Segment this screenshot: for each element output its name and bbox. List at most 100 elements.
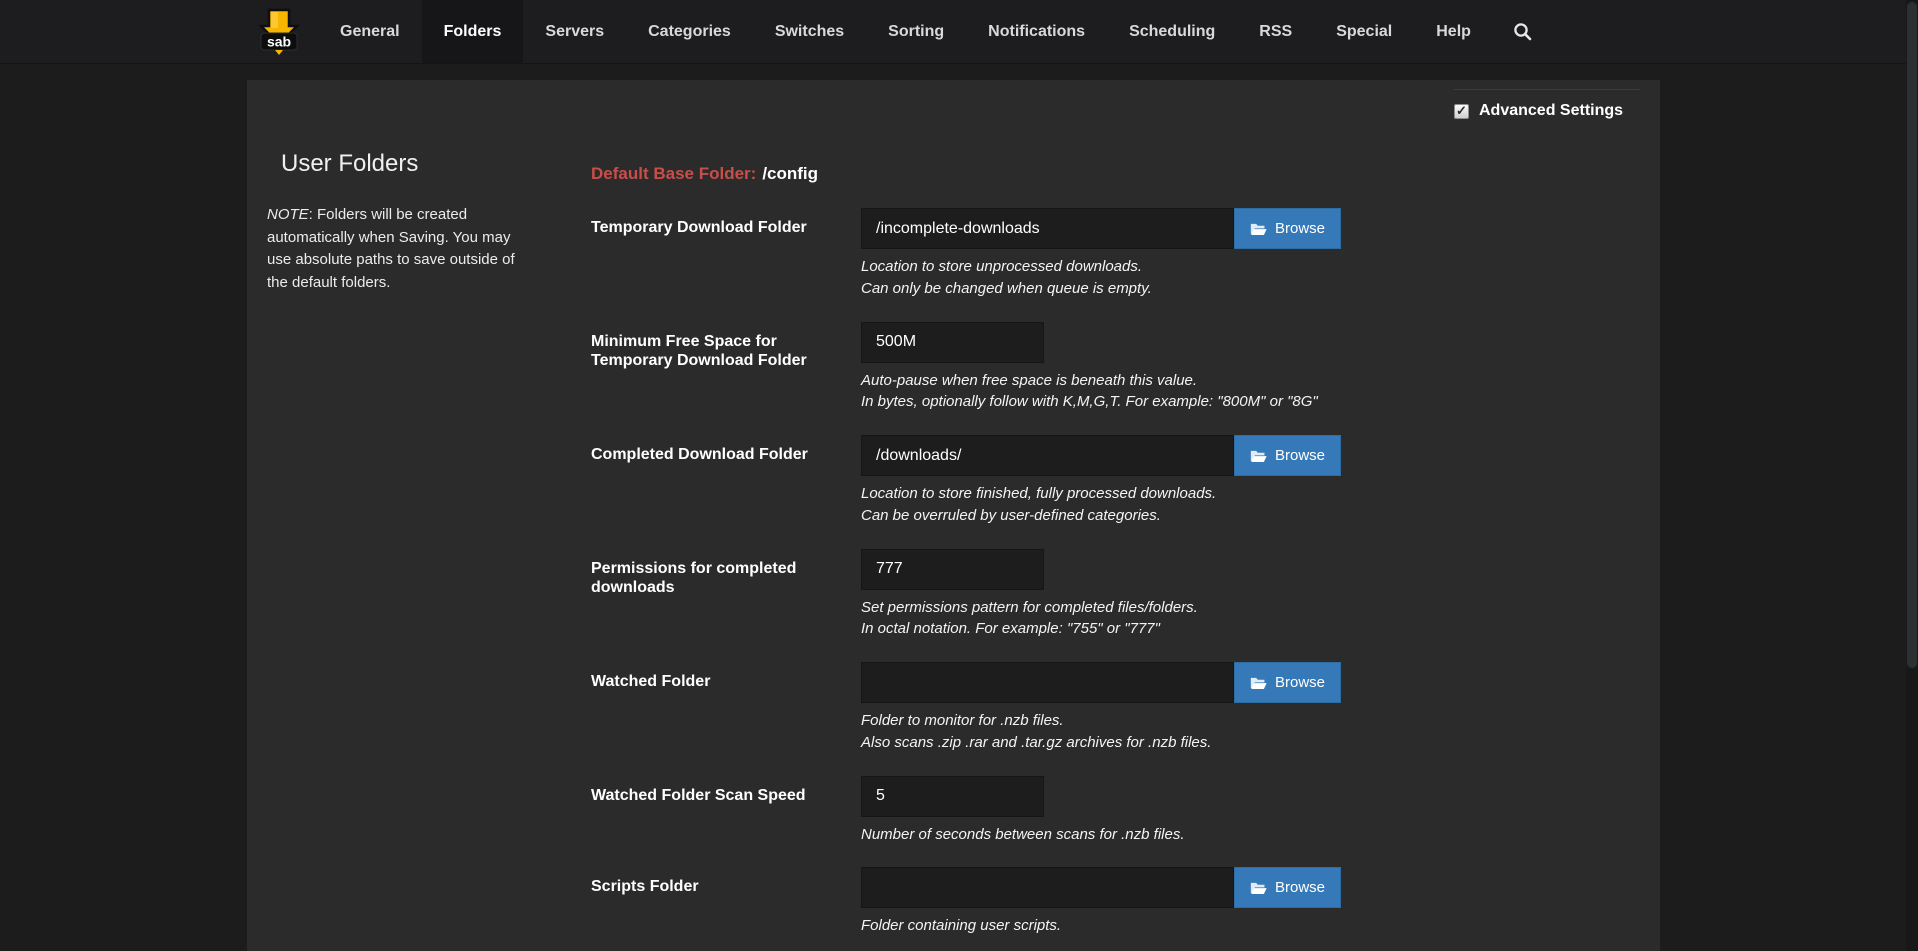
- field-label: Watched Folder Scan Speed: [591, 776, 861, 846]
- input-wrap: Browse: [861, 435, 1341, 476]
- input-wrap: Browse: [861, 208, 1341, 249]
- field-controls: Browse Folder containing user scripts.: [861, 867, 1341, 937]
- sab-arrow-icon: sab: [256, 8, 302, 56]
- browse-button-label: Browse: [1275, 447, 1325, 464]
- nav-item-general[interactable]: General: [318, 0, 422, 63]
- search-icon: [1513, 22, 1532, 41]
- help-line: Also scans .zip .rar and .tar.gz archive…: [861, 732, 1341, 754]
- field-controls: Auto-pause when free space is beneath th…: [861, 322, 1318, 414]
- settings-row-watched-folder-scan-speed: Watched Folder Scan Speed Number of seco…: [591, 776, 1454, 846]
- permissions-for-completed-downloads-input[interactable]: [861, 549, 1044, 590]
- scrollbar-track[interactable]: [1906, 0, 1918, 951]
- help-text: Location to store finished, fully proces…: [861, 483, 1341, 527]
- advanced-settings-label: Advanced Settings: [1479, 102, 1623, 120]
- nav-item-sorting[interactable]: Sorting: [866, 0, 966, 63]
- settings-rows: Temporary Download Folder Browse Locatio…: [591, 208, 1454, 951]
- default-base-folder-line: Default Base Folder: /config: [591, 164, 1454, 184]
- browse-button[interactable]: Browse: [1234, 662, 1341, 703]
- input-wrap: Browse: [861, 867, 1341, 908]
- field-label: Completed Download Folder: [591, 435, 861, 527]
- help-line: Can only be changed when queue is empty.: [861, 278, 1341, 300]
- settings-form: Default Base Folder: /config Temporary Do…: [591, 150, 1454, 951]
- input-wrap: [861, 549, 1198, 590]
- section-note: NOTE: Folders will be created automatica…: [267, 204, 529, 294]
- completed-download-folder-input[interactable]: [861, 435, 1234, 476]
- help-line: In octal notation. For example: "755" or…: [861, 618, 1198, 640]
- settings-row-watched-folder: Watched Folder Browse Folder to monitor …: [591, 662, 1454, 754]
- field-label: Scripts Folder: [591, 867, 861, 937]
- temporary-download-folder-input[interactable]: [861, 208, 1234, 249]
- default-base-folder-value: /config: [762, 164, 818, 183]
- scripts-folder-input[interactable]: [861, 867, 1234, 908]
- help-text: Number of seconds between scans for .nzb…: [861, 824, 1185, 846]
- minimum-free-space-for-temporary-download-folder-input[interactable]: [861, 322, 1044, 363]
- input-wrap: Browse: [861, 662, 1341, 703]
- field-controls: Number of seconds between scans for .nzb…: [861, 776, 1185, 846]
- settings-row-temporary-download-folder: Temporary Download Folder Browse Locatio…: [591, 208, 1454, 300]
- nav-item-switches[interactable]: Switches: [753, 0, 866, 63]
- help-line: Auto-pause when free space is beneath th…: [861, 370, 1318, 392]
- help-line: Location to store finished, fully proces…: [861, 483, 1341, 505]
- advanced-settings-checkbox[interactable]: ✓: [1454, 104, 1469, 119]
- help-line: Folder containing user scripts.: [861, 915, 1341, 937]
- settings-row-minimum-free-space-for-temporary-download-folder: Minimum Free Space for Temporary Downloa…: [591, 322, 1454, 414]
- nav-item-help[interactable]: Help: [1414, 0, 1493, 63]
- config-panel: ✓ Advanced Settings User Folders NOTE: F…: [247, 80, 1660, 951]
- help-text: Folder containing user scripts.: [861, 915, 1341, 937]
- nav-item-rss[interactable]: RSS: [1237, 0, 1314, 63]
- field-controls: Set permissions pattern for completed fi…: [861, 549, 1198, 641]
- settings-row-completed-download-folder: Completed Download Folder Browse Locatio…: [591, 435, 1454, 527]
- help-text: Location to store unprocessed downloads.…: [861, 256, 1341, 300]
- help-line: Can be overruled by user-defined categor…: [861, 505, 1341, 527]
- svg-text:sab: sab: [267, 33, 291, 49]
- nav-item-folders[interactable]: Folders: [422, 0, 524, 63]
- watched-folder-input[interactable]: [861, 662, 1234, 703]
- field-controls: Browse Location to store finished, fully…: [861, 435, 1341, 527]
- help-line: Location to store unprocessed downloads.: [861, 256, 1341, 278]
- folder-open-icon: [1250, 222, 1267, 236]
- help-line: Set permissions pattern for completed fi…: [861, 597, 1198, 619]
- help-text: Folder to monitor for .nzb files.Also sc…: [861, 710, 1341, 754]
- help-text: Auto-pause when free space is beneath th…: [861, 370, 1318, 414]
- help-text: Set permissions pattern for completed fi…: [861, 597, 1198, 641]
- settings-row-permissions-for-completed-downloads: Permissions for completed downloads Set …: [591, 549, 1454, 641]
- note-label: NOTE: [267, 206, 309, 223]
- input-wrap: [861, 776, 1185, 817]
- nav-item-special[interactable]: Special: [1314, 0, 1414, 63]
- nav-menu: GeneralFoldersServersCategoriesSwitchesS…: [318, 0, 1493, 63]
- search-button[interactable]: [1493, 0, 1552, 63]
- browse-button[interactable]: Browse: [1234, 435, 1341, 476]
- browse-button[interactable]: Browse: [1234, 867, 1341, 908]
- sabnzbd-logo[interactable]: sab: [256, 0, 302, 63]
- browse-button-label: Browse: [1275, 879, 1325, 896]
- browse-button-label: Browse: [1275, 220, 1325, 237]
- field-label: Minimum Free Space for Temporary Downloa…: [591, 322, 861, 414]
- scrollbar-thumb[interactable]: [1907, 2, 1917, 668]
- top-navbar: sab GeneralFoldersServersCategoriesSwitc…: [0, 0, 1918, 64]
- default-base-folder-label: Default Base Folder:: [591, 164, 756, 183]
- field-label: Watched Folder: [591, 662, 861, 754]
- field-label: Temporary Download Folder: [591, 208, 861, 300]
- page-title: User Folders: [281, 150, 529, 178]
- settings-row-scripts-folder: Scripts Folder Browse Folder containing …: [591, 867, 1454, 937]
- input-wrap: [861, 322, 1318, 363]
- nav-item-scheduling[interactable]: Scheduling: [1107, 0, 1237, 63]
- help-line: In bytes, optionally follow with K,M,G,T…: [861, 391, 1318, 413]
- folder-open-icon: [1250, 676, 1267, 690]
- field-controls: Browse Location to store unprocessed dow…: [861, 208, 1341, 300]
- nav-item-categories[interactable]: Categories: [626, 0, 753, 63]
- content-area: User Folders NOTE: Folders will be creat…: [267, 80, 1454, 951]
- watched-folder-scan-speed-input[interactable]: [861, 776, 1044, 817]
- help-line: Folder to monitor for .nzb files.: [861, 710, 1341, 732]
- browse-button[interactable]: Browse: [1234, 208, 1341, 249]
- nav-item-servers[interactable]: Servers: [523, 0, 626, 63]
- folder-open-icon: [1250, 449, 1267, 463]
- field-label: Permissions for completed downloads: [591, 549, 861, 641]
- nav-item-notifications[interactable]: Notifications: [966, 0, 1107, 63]
- advanced-settings-toggle[interactable]: ✓ Advanced Settings: [1454, 89, 1640, 120]
- section-sidebar: User Folders NOTE: Folders will be creat…: [267, 150, 529, 951]
- help-line: Number of seconds between scans for .nzb…: [861, 824, 1185, 846]
- folder-open-icon: [1250, 881, 1267, 895]
- field-controls: Browse Folder to monitor for .nzb files.…: [861, 662, 1341, 754]
- browse-button-label: Browse: [1275, 674, 1325, 691]
